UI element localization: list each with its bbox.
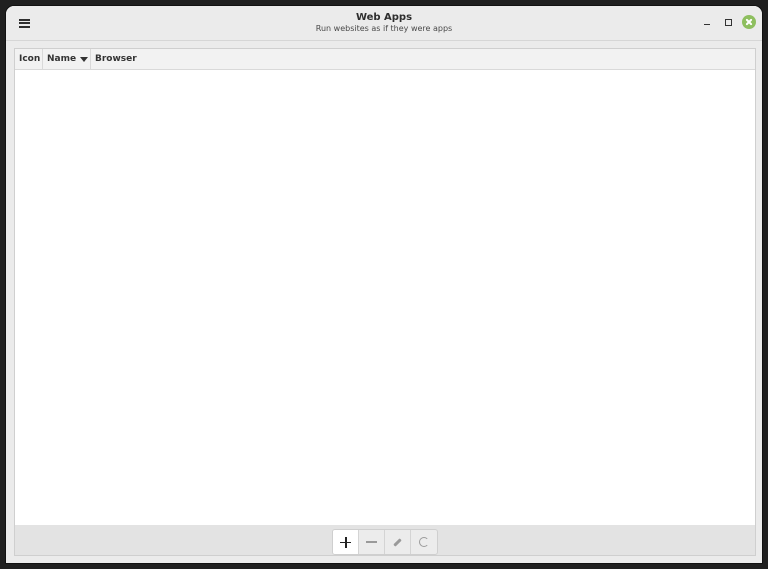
title-block: Web Apps Run websites as if they were ap… (6, 11, 762, 34)
main-menu-button[interactable] (14, 13, 34, 33)
launch-button[interactable] (411, 530, 437, 554)
web-apps-list: Icon Name Browser (14, 48, 756, 528)
window-title: Web Apps (355, 12, 413, 23)
refresh-icon (419, 537, 429, 547)
maximize-button[interactable] (721, 15, 735, 29)
hamburger-menu-icon (18, 18, 30, 28)
title-bar: Web Apps Run websites as if they were ap… (6, 6, 762, 41)
table-header: Icon Name Browser (15, 49, 755, 70)
minus-icon (366, 541, 377, 543)
remove-button[interactable] (359, 530, 385, 554)
column-header-browser[interactable]: Browser (91, 49, 137, 69)
column-header-label: Icon (19, 54, 41, 64)
close-icon (745, 18, 753, 26)
sort-descending-icon (80, 56, 89, 62)
app-window: Web Apps Run websites as if they were ap… (6, 6, 762, 563)
close-button[interactable] (742, 15, 756, 29)
table-body[interactable] (15, 70, 755, 527)
column-header-name[interactable]: Name (43, 49, 91, 69)
maximize-icon (724, 18, 732, 26)
plus-icon (340, 536, 351, 548)
pencil-icon (393, 537, 402, 547)
action-button-group (332, 529, 438, 555)
column-header-label: Name (47, 54, 77, 64)
minimize-button[interactable] (700, 15, 714, 29)
minimize-icon (704, 24, 710, 25)
column-header-icon[interactable]: Icon (15, 49, 43, 69)
add-button[interactable] (333, 530, 359, 554)
bottom-toolbar (14, 525, 756, 556)
window-subtitle: Run websites as if they were apps (315, 24, 453, 33)
edit-button[interactable] (385, 530, 411, 554)
column-header-label: Browser (95, 54, 137, 64)
